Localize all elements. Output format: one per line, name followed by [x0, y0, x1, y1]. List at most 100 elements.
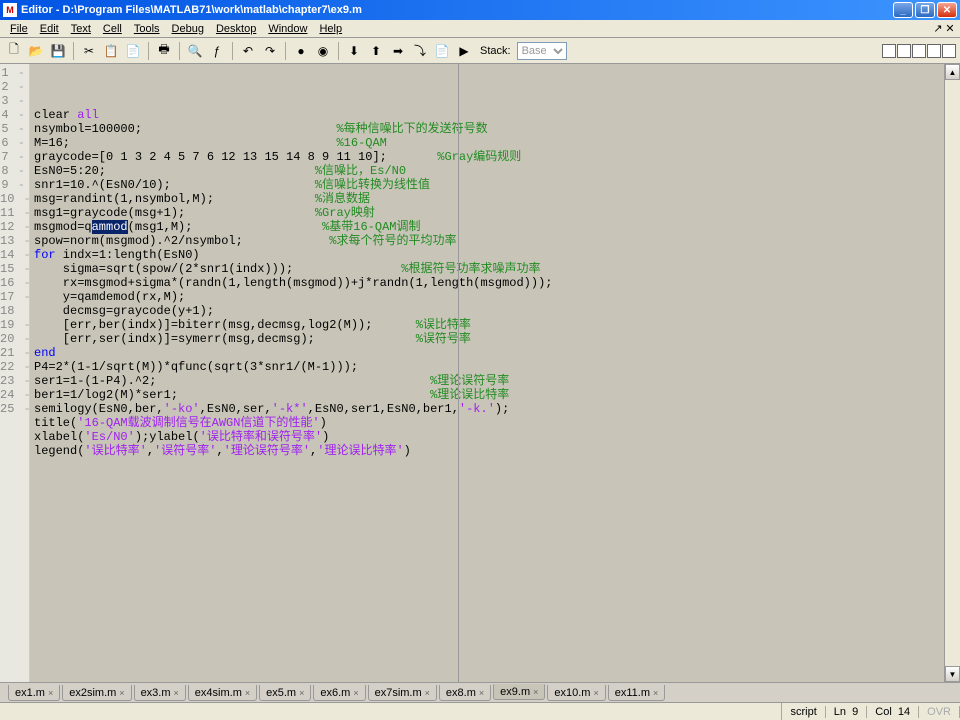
menu-window[interactable]: Window — [262, 22, 313, 36]
code-line[interactable]: end — [34, 346, 944, 360]
cut-icon[interactable]: ✂ — [79, 41, 99, 61]
tab-ex1-m[interactable]: ex1.m× — [8, 685, 60, 701]
scroll-up-icon[interactable]: ▲ — [945, 64, 960, 80]
tab-ex4sim-m[interactable]: ex4sim.m× — [188, 685, 257, 701]
undo-icon[interactable]: ↶ — [238, 41, 258, 61]
tab-ex8-m[interactable]: ex8.m× — [439, 685, 491, 701]
scroll-track[interactable] — [945, 80, 960, 666]
menu-help[interactable]: Help — [313, 22, 348, 36]
gutter-line[interactable]: 2 - — [0, 80, 25, 94]
tab-ex9-m[interactable]: ex9.m× — [493, 684, 545, 700]
gutter-line[interactable]: 9 - — [0, 178, 25, 192]
gutter-line[interactable]: 17 - — [0, 290, 25, 304]
layout-3-icon[interactable] — [912, 44, 926, 58]
code-line[interactable]: msg1=graycode(msg+1); %Gray映射 — [34, 206, 944, 220]
tab-ex6-m[interactable]: ex6.m× — [313, 685, 365, 701]
gutter-line[interactable]: 8 - — [0, 164, 25, 178]
gutter-line[interactable]: 3 - — [0, 94, 25, 108]
layout-5-icon[interactable] — [942, 44, 956, 58]
tab-close-icon[interactable]: × — [533, 687, 538, 697]
vertical-scrollbar[interactable]: ▲ ▼ — [944, 64, 960, 682]
breakpoint-set-icon[interactable]: ● — [291, 41, 311, 61]
code-line[interactable]: M=16; %16-QAM — [34, 136, 944, 150]
menu-tools[interactable]: Tools — [128, 22, 166, 36]
layout-1-icon[interactable] — [882, 44, 896, 58]
code-line[interactable]: rx=msgmod+sigma*(randn(1,length(msgmod))… — [34, 276, 944, 290]
gutter-line[interactable]: 4 - — [0, 108, 25, 122]
code-line[interactable]: msgmod=qammod(msg1,M); %基带16-QAM调制 — [34, 220, 944, 234]
tab-close-icon[interactable]: × — [479, 688, 484, 698]
tab-close-icon[interactable]: × — [593, 688, 598, 698]
tab-close-icon[interactable]: × — [245, 688, 250, 698]
code-line[interactable]: [err,ser(indx)]=symerr(msg,decmsg); %误符号… — [34, 332, 944, 346]
code-line[interactable]: ser1=1-(1-P4).^2; %理论误符号率 — [34, 374, 944, 388]
function-icon[interactable]: ƒ — [207, 41, 227, 61]
tab-ex10-m[interactable]: ex10.m× — [547, 685, 605, 701]
gutter-line[interactable]: 5 - — [0, 122, 25, 136]
continue-icon[interactable]: ⤵ — [410, 41, 430, 61]
tab-close-icon[interactable]: × — [353, 688, 358, 698]
code-line[interactable]: EsN0=5:20; %信噪比，Es/N0 — [34, 164, 944, 178]
code-line[interactable]: sigma=sqrt(spow/(2*snr1(indx))); %根据符号功率… — [34, 262, 944, 276]
step-out-icon[interactable]: ➡ — [388, 41, 408, 61]
code-editor[interactable]: clear allnsymbol=100000; %每种信噪比下的发送符号数M=… — [30, 64, 944, 682]
code-line[interactable]: semilogy(EsN0,ber,'-ko',EsN0,ser,'-k*',E… — [34, 402, 944, 416]
copy-icon[interactable]: 📋 — [101, 41, 121, 61]
redo-icon[interactable]: ↷ — [260, 41, 280, 61]
menu-desktop[interactable]: Desktop — [210, 22, 262, 36]
gutter-line[interactable]: 1 - — [0, 66, 25, 80]
code-line[interactable]: snr1=10.^(EsN0/10); %信噪比转换为线性值 — [34, 178, 944, 192]
save-file-icon[interactable]: 💾 — [48, 41, 68, 61]
gutter-line[interactable]: 25 - — [0, 402, 25, 416]
gutter-line[interactable]: 15 - — [0, 262, 25, 276]
maximize-button[interactable]: ❐ — [915, 2, 935, 18]
close-button[interactable]: ✕ — [937, 2, 957, 18]
tab-ex5-m[interactable]: ex5.m× — [259, 685, 311, 701]
gutter-line[interactable]: 23 - — [0, 374, 25, 388]
step-in-icon[interactable]: ⬆ — [366, 41, 386, 61]
tab-close-icon[interactable]: × — [119, 688, 124, 698]
code-line[interactable]: title('16-QAM载波调制信号在AWGN信道下的性能') — [34, 416, 944, 430]
code-line[interactable]: legend('误比特率','误符号率','理论误符号率','理论误比特率') — [34, 444, 944, 458]
gutter-line[interactable]: 19 - — [0, 318, 25, 332]
code-line[interactable]: ber1=1/log2(M)*ser1; %理论误比特率 — [34, 388, 944, 402]
code-line[interactable]: nsymbol=100000; %每种信噪比下的发送符号数 — [34, 122, 944, 136]
gutter-line[interactable]: 18 — [0, 304, 25, 318]
gutter-line[interactable]: 7 - — [0, 150, 25, 164]
tab-close-icon[interactable]: × — [174, 688, 179, 698]
layout-4-icon[interactable] — [927, 44, 941, 58]
gutter-line[interactable]: 22 - — [0, 360, 25, 374]
run-icon[interactable]: ▶ — [454, 41, 474, 61]
code-line[interactable]: P4=2*(1-1/sqrt(M))*qfunc(sqrt(3*snr1/(M-… — [34, 360, 944, 374]
gutter-line[interactable]: 21 - — [0, 346, 25, 360]
code-line[interactable]: y=qamdemod(rx,M); — [34, 290, 944, 304]
tab-ex7sim-m[interactable]: ex7sim.m× — [368, 685, 437, 701]
gutter-line[interactable]: 6 - — [0, 136, 25, 150]
gutter-line[interactable]: 14 - — [0, 248, 25, 262]
layout-2-icon[interactable] — [897, 44, 911, 58]
code-line[interactable]: xlabel('Es/N0');ylabel('误比特率和误符号率') — [34, 430, 944, 444]
code-line[interactable]: msg=randint(1,nsymbol,M); %消息数据 — [34, 192, 944, 206]
gutter-line[interactable]: 13 - — [0, 234, 25, 248]
tab-ex3-m[interactable]: ex3.m× — [134, 685, 186, 701]
tab-ex2sim-m[interactable]: ex2sim.m× — [62, 685, 131, 701]
new-file-icon[interactable]: 🗋 — [4, 41, 24, 61]
tab-ex11-m[interactable]: ex11.m× — [608, 685, 666, 701]
menu-text[interactable]: Text — [65, 22, 97, 36]
menu-cell[interactable]: Cell — [97, 22, 128, 36]
code-line[interactable]: graycode=[0 1 3 2 4 5 7 6 12 13 15 14 8 … — [34, 150, 944, 164]
dock-arrow-icon[interactable]: ↗ — [932, 22, 944, 35]
tab-close-icon[interactable]: × — [653, 688, 658, 698]
print-icon[interactable]: 🖶 — [154, 41, 174, 61]
run-cell-icon[interactable]: 📄 — [432, 41, 452, 61]
tab-close-icon[interactable]: × — [48, 688, 53, 698]
code-line[interactable]: decmsg=graycode(y+1); — [34, 304, 944, 318]
code-line[interactable]: clear all — [34, 108, 944, 122]
gutter-line[interactable]: 11 - — [0, 206, 25, 220]
menu-debug[interactable]: Debug — [166, 22, 210, 36]
stack-select[interactable]: Base — [517, 42, 567, 60]
tab-close-icon[interactable]: × — [299, 688, 304, 698]
gutter-line[interactable]: 20 - — [0, 332, 25, 346]
code-line[interactable]: spow=norm(msgmod).^2/nsymbol; %求每个符号的平均功… — [34, 234, 944, 248]
step-icon[interactable]: ⬇ — [344, 41, 364, 61]
